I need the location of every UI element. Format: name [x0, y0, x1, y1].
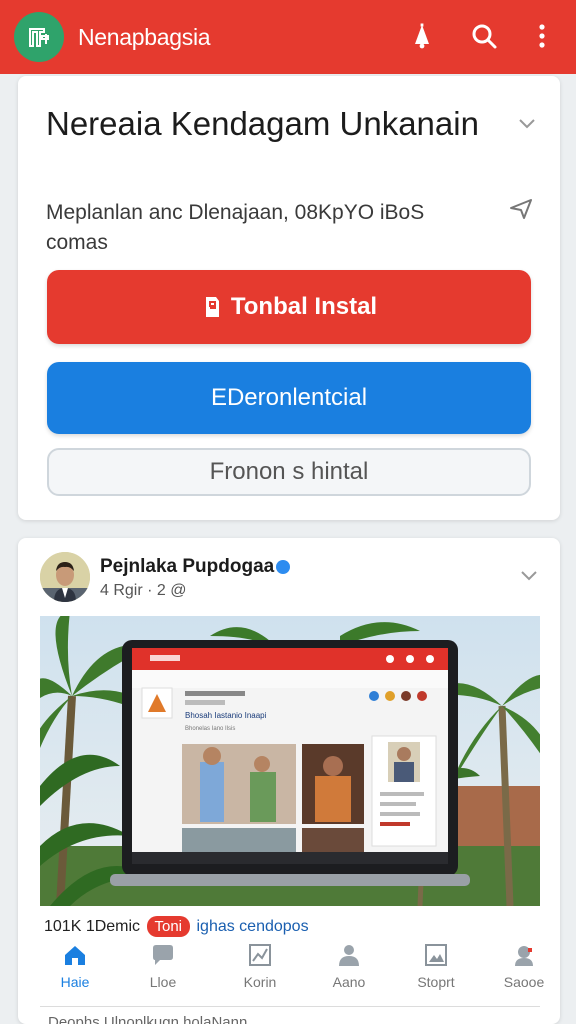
post-caption: 101K 1Demic Toni ighas cendopos — [44, 916, 309, 937]
tab-support-label: Stoprt — [417, 974, 455, 990]
app-bar: Nenapbagsia — [0, 0, 576, 74]
tab-service[interactable]: Saooe — [489, 938, 559, 998]
caption-tag[interactable]: Toni — [146, 916, 191, 937]
tab-messages-label: Lloe — [149, 974, 177, 990]
promo-subtitle: Meplanlan anc Dlenajaan, 08KpYO iBoS com… — [46, 201, 425, 254]
avatar[interactable] — [40, 552, 90, 602]
caption-end: ighas cendopos — [196, 918, 309, 935]
post-author-name: Pejnlaka Pupdogaa — [100, 556, 275, 577]
tab-stats-label: Korin — [243, 974, 277, 990]
person-icon — [339, 945, 359, 966]
footer-text: Deophs Ulnoplkugn holaNann — [48, 1014, 248, 1024]
tab-profile[interactable]: Aano — [314, 938, 384, 998]
tab-service-label: Saooe — [503, 974, 545, 990]
dashboard-subheading: Bhonelas Iano Ilsis — [185, 726, 235, 732]
post-meta: 4 Rgir · 2 @ — [100, 582, 187, 599]
home-icon — [65, 946, 85, 965]
app-logo-icon[interactable] — [14, 12, 64, 62]
laptop-photo: Bhosah Iastanio Inaapi Bhonelas Iano Ils… — [40, 616, 540, 906]
caption-start: 101K 1Demic — [44, 918, 141, 935]
chevron-down-icon[interactable] — [516, 112, 538, 134]
tertiary-action-button[interactable]: Fronon s hintal — [47, 448, 531, 496]
notification-bell-icon[interactable] — [406, 20, 438, 52]
tab-profile-label: Aano — [332, 974, 366, 990]
send-icon[interactable] — [508, 196, 534, 222]
install-button[interactable]: Tonbal Instal — [47, 270, 531, 344]
chevron-down-icon[interactable] — [518, 564, 540, 586]
tab-home[interactable]: Haie — [40, 938, 110, 998]
install-button-label: Tonbal Instal — [230, 293, 378, 320]
more-vert-icon[interactable] — [526, 20, 558, 52]
install-promo-card: Nereaia Kendagam Unkanain Meplanlan anc … — [18, 76, 560, 520]
dashboard-heading: Bhosah Iastanio Inaapi — [185, 711, 267, 720]
post-author[interactable]: Pejnlaka Pupdogaa — [100, 556, 291, 578]
bottom-tab-bar: Haie Lloe Korin Aano Stoprt Saooe — [40, 938, 544, 998]
chat-bubble-icon — [153, 945, 173, 965]
secondary-action-label: EDeronlentcial — [210, 384, 368, 411]
install-icon — [205, 297, 219, 317]
tab-home-label: Haie — [60, 974, 90, 990]
search-icon[interactable] — [468, 20, 500, 52]
secondary-action-button[interactable]: EDeronlentcial — [47, 362, 531, 434]
promo-title: Nereaia Kendagam Unkanain — [46, 105, 479, 142]
tertiary-action-label: Fronon s hintal — [209, 458, 369, 485]
post-image[interactable]: Bhosah Iastanio Inaapi Bhonelas Iano Ils… — [40, 616, 540, 906]
divider — [40, 1006, 540, 1007]
chart-icon — [249, 944, 271, 966]
verified-badge-icon — [276, 559, 291, 574]
support-agent-icon — [515, 946, 533, 966]
image-icon — [425, 944, 447, 966]
app-title: Nenapbagsia — [78, 24, 211, 50]
tab-messages[interactable]: Lloe — [128, 938, 198, 998]
tab-support[interactable]: Stoprt — [401, 938, 471, 998]
post-card: Pejnlaka Pupdogaa 4 Rgir · 2 @ Bhosah Ia… — [18, 538, 560, 1024]
tab-stats[interactable]: Korin — [225, 938, 295, 998]
